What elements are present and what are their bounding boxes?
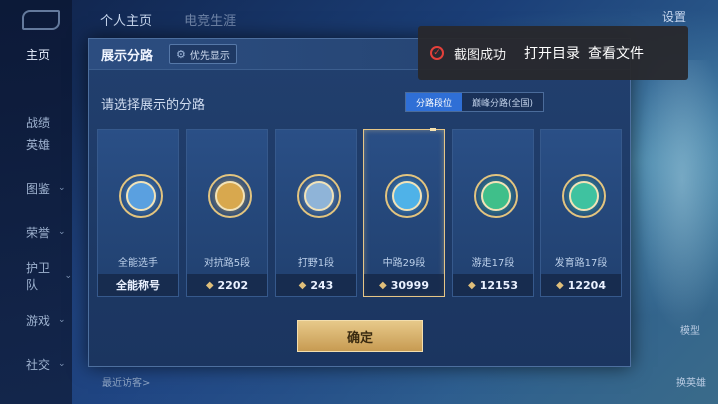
- sidebar-item[interactable]: 游戏 ⌄: [0, 306, 72, 334]
- lane-card-name: 发育路17段: [554, 258, 608, 269]
- lane-card-value: 243: [310, 278, 334, 292]
- lane-card-value: 全能称号: [116, 279, 160, 292]
- lane-card[interactable]: 发育路17段 ◆ 12204: [540, 129, 622, 297]
- sidebar-item-label: 主页: [26, 47, 51, 62]
- sidebar-item[interactable]: 图鉴 ⌄: [0, 174, 72, 202]
- lane-card-value: 30999: [390, 278, 429, 292]
- recent-visitors-link[interactable]: 最近访客>: [102, 374, 150, 389]
- lane-card-footer: ◆ 12204: [541, 274, 621, 296]
- dialog-title: 展示分路: [101, 49, 154, 64]
- sidebar-item[interactable]: 荣誉 ⌄: [0, 218, 72, 246]
- model-label[interactable]: 模型: [680, 322, 700, 337]
- settings-button[interactable]: 设置: [662, 8, 686, 25]
- score-diamond-icon: ◆: [379, 279, 387, 291]
- jungle-emblem-icon: [297, 174, 341, 218]
- lane-card[interactable]: 全能选手 全能称号: [97, 129, 179, 297]
- check-circle-icon: ✓: [430, 46, 444, 60]
- lane-display-dialog: 展示分路 ⚙ 优先显示 请选择展示的分路 分路段位 巅峰分路(全国) 全能选手全…: [88, 38, 631, 367]
- screenshot-toast: ✓ 截图成功 打开目录 查看文件: [418, 26, 688, 80]
- lane-card[interactable]: 游走17段 ◆ 12153: [452, 129, 534, 297]
- lane-card-list: 全能选手 全能称号 对抗路5段 ◆ 2202 打野1段 ◆ 243 中路29段 ◆ 30999 游走1…: [97, 128, 624, 299]
- sidebar: 主页战绩英雄图鉴 ⌄ 荣誉 ⌄ 护卫队 ⌄ 游戏 ⌄ 社交 ⌄: [0, 0, 72, 404]
- sidebar-item-label: 图鉴: [26, 181, 51, 196]
- allround-emblem-icon: [119, 174, 163, 218]
- lane-card-name: 游走17段: [471, 258, 515, 269]
- lane-card-name: 全能选手: [118, 258, 158, 269]
- view-file-link[interactable]: 查看文件: [588, 43, 644, 63]
- score-diamond-icon: ◆: [205, 279, 214, 291]
- lane-card-value: 12153: [479, 278, 518, 292]
- lane-card-value: 12204: [567, 278, 606, 292]
- lane-card-footer: ◆ 12153: [453, 274, 533, 296]
- lane-card-name: 中路29段: [382, 258, 426, 269]
- switch-hero-button[interactable]: 换英雄: [676, 374, 706, 389]
- lane-card-name: 打野1段: [297, 258, 335, 269]
- lane-card-name: 对抗路5段: [203, 258, 251, 269]
- sidebar-item[interactable]: 英雄: [0, 130, 72, 158]
- tab-personal-home[interactable]: 个人主页: [100, 14, 152, 29]
- toast-message: 截图成功: [454, 47, 507, 63]
- tab-esports-career[interactable]: 电竞生涯: [184, 14, 236, 29]
- sidebar-item-label: 英雄: [26, 137, 51, 152]
- lane-card-footer: ◆ 243: [276, 274, 356, 296]
- score-diamond-icon: ◆: [556, 279, 564, 291]
- chevron-down-icon: ⌄: [58, 183, 66, 193]
- sidebar-item[interactable]: 社交 ⌄: [0, 350, 72, 378]
- toggle-peak-lane[interactable]: 巅峰分路(全国): [462, 93, 544, 111]
- chevron-down-icon: ⌄: [64, 271, 72, 281]
- top-nav: 个人主页 电竞生涯: [100, 10, 264, 29]
- sidebar-item-label: 荣誉: [26, 225, 51, 240]
- sidebar-item-label: 游戏: [26, 313, 51, 328]
- lane-card-footer: ◆ 2202: [187, 274, 267, 296]
- roam-emblem-icon: [474, 174, 518, 218]
- lane-card-footer: ◆ 30999: [364, 274, 444, 296]
- sidebar-item-label: 战绩: [26, 115, 51, 130]
- sidebar-item-label: 社交: [26, 357, 51, 372]
- chevron-down-icon: ⌄: [58, 359, 66, 369]
- confirm-button[interactable]: 确定: [297, 320, 423, 352]
- lane-card-value: 2202: [217, 278, 249, 292]
- lane-card-footer: 全能称号: [98, 274, 178, 296]
- score-diamond-icon: ◆: [468, 279, 476, 291]
- sidebar-item[interactable]: 护卫队 ⌄: [0, 261, 72, 292]
- mid-lane-emblem-icon: [385, 174, 429, 218]
- toggle-lane-rank[interactable]: 分路段位: [406, 93, 463, 111]
- gear-icon: ⚙: [176, 47, 186, 61]
- hero-model-display[interactable]: [628, 60, 718, 360]
- lane-card[interactable]: 对抗路5段 ◆ 2202: [186, 129, 268, 297]
- score-diamond-icon: ◆: [298, 279, 307, 291]
- priority-display-label: 优先显示: [189, 50, 230, 62]
- sidebar-item-label: 护卫队: [26, 261, 51, 292]
- selected-marker: [430, 128, 436, 131]
- open-folder-link[interactable]: 打开目录: [524, 43, 580, 63]
- chevron-down-icon: ⌄: [58, 315, 66, 325]
- app-logo-icon[interactable]: [22, 10, 60, 30]
- chevron-down-icon: ⌄: [58, 227, 66, 237]
- clash-lane-emblem-icon: [208, 174, 252, 218]
- lane-card[interactable]: 中路29段 ◆ 30999: [363, 128, 445, 297]
- lane-mode-toggle: 分路段位 巅峰分路(全国): [405, 92, 545, 112]
- select-lane-prompt: 请选择展示的分路: [101, 98, 206, 113]
- sidebar-item[interactable]: 主页: [0, 40, 72, 68]
- lane-card[interactable]: 打野1段 ◆ 243: [275, 129, 357, 297]
- farm-lane-emblem-icon: [562, 174, 606, 218]
- priority-display-button[interactable]: ⚙ 优先显示: [169, 44, 237, 64]
